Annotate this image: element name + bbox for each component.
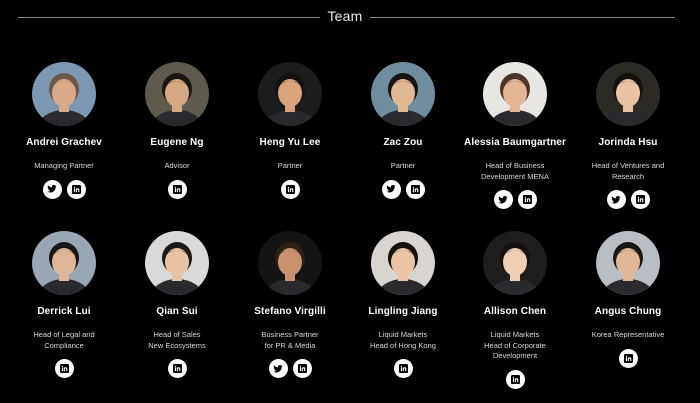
twitter-link-button[interactable]	[606, 190, 626, 209]
team-member-card: Qian Sui Head of Sales New Ecosystems	[121, 231, 233, 378]
member-role: Business Partner for PR & Media	[261, 330, 319, 350]
linkedin-icon	[172, 184, 182, 194]
avatar	[258, 231, 322, 295]
linkedin-link-button[interactable]	[292, 359, 312, 378]
member-role: Partner	[277, 161, 303, 170]
team-member-card: Heng Yu Lee Partner	[234, 62, 346, 199]
team-member-card: Lingling Jiang Liquid Markets Head of Hon…	[347, 231, 459, 378]
team-member-card: Derrick Lui Head of Legal and Compliance	[8, 231, 120, 378]
team-member-card: Alessia Baumgartner Head of Business Deve…	[459, 62, 571, 209]
social-links	[234, 179, 346, 199]
linkedin-link-button[interactable]	[66, 179, 86, 199]
member-name: Derrick Lui	[37, 306, 91, 317]
social-links	[572, 348, 684, 368]
linkedin-link-button[interactable]	[517, 190, 537, 209]
twitter-link-button[interactable]	[42, 179, 62, 199]
avatar	[32, 231, 96, 295]
member-name: Eugene Ng	[150, 137, 204, 148]
member-name: Zac Zou	[383, 137, 423, 148]
twitter-icon	[386, 184, 396, 194]
team-member-card: Allison Chen Liquid Markets Head of Corpo…	[459, 231, 571, 389]
member-name: Jorinda Hsu	[598, 137, 658, 148]
member-role: Head of Sales New Ecosystems	[148, 330, 206, 350]
member-role: Head of Ventures and Research	[591, 161, 665, 181]
avatar	[32, 62, 96, 126]
team-member-card: Stefano Virgilli Business Partner for PR …	[234, 231, 346, 378]
linkedin-link-button[interactable]	[505, 369, 525, 389]
member-role: Head of Legal and Compliance	[33, 330, 95, 350]
linkedin-link-button[interactable]	[280, 179, 300, 199]
linkedin-link-button[interactable]	[630, 190, 650, 209]
avatar	[596, 62, 660, 126]
avatar	[145, 231, 209, 295]
twitter-icon	[611, 195, 621, 205]
twitter-link-button[interactable]	[268, 359, 288, 378]
twitter-icon	[273, 364, 283, 374]
team-member-card: Jorinda Hsu Head of Ventures and Research	[572, 62, 684, 209]
avatar	[371, 231, 435, 295]
team-member-card: Eugene Ng Advisor	[121, 62, 233, 199]
avatar	[483, 62, 547, 126]
twitter-link-button[interactable]	[381, 179, 401, 199]
member-name: Andrei Grachev	[26, 137, 102, 148]
avatar	[371, 62, 435, 126]
member-role: Liquid Markets Head of Hong Kong	[370, 330, 436, 350]
linkedin-link-button[interactable]	[167, 179, 187, 199]
linkedin-icon	[510, 374, 520, 384]
team-member-card: Angus Chung Korea Representative	[572, 231, 684, 368]
member-name: Heng Yu Lee	[259, 137, 321, 148]
avatar	[145, 62, 209, 126]
member-role: Managing Partner	[34, 161, 94, 170]
linkedin-icon	[172, 364, 182, 373]
member-name: Qian Sui	[156, 306, 198, 317]
social-links	[121, 359, 233, 378]
linkedin-link-button[interactable]	[54, 359, 74, 378]
social-links	[121, 179, 233, 199]
team-member-card: Andrei Grachev Managing Partner	[8, 62, 120, 199]
member-name: Lingling Jiang	[368, 306, 438, 317]
member-name: Allison Chen	[483, 306, 547, 317]
linkedin-icon	[410, 184, 420, 194]
social-links	[459, 190, 571, 209]
linkedin-icon	[635, 195, 645, 204]
linkedin-icon	[71, 184, 81, 194]
member-role: Korea Representative	[591, 330, 665, 339]
twitter-icon	[498, 195, 508, 205]
linkedin-icon	[285, 184, 295, 194]
linkedin-link-button[interactable]	[618, 348, 638, 368]
member-name: Alessia Baumgartner	[464, 137, 566, 148]
team-grid: Andrei Grachev Managing Partner Eugene Ng A…	[0, 0, 700, 403]
member-role: Partner	[390, 161, 416, 170]
social-links	[8, 359, 120, 378]
linkedin-icon	[623, 353, 633, 363]
social-links	[572, 190, 684, 209]
social-links	[347, 179, 459, 199]
linkedin-icon	[297, 364, 307, 373]
member-role: Advisor	[164, 161, 190, 170]
member-name: Stefano Virgilli	[254, 306, 326, 317]
social-links	[347, 359, 459, 378]
twitter-link-button[interactable]	[493, 190, 513, 209]
avatar	[258, 62, 322, 126]
linkedin-icon	[59, 364, 69, 373]
team-member-card: Zac Zou Partner	[347, 62, 459, 199]
member-role: Head of Business Development MENA	[481, 161, 549, 181]
social-links	[8, 179, 120, 199]
social-links	[459, 369, 571, 389]
linkedin-icon	[398, 364, 408, 373]
social-links	[234, 359, 346, 378]
linkedin-link-button[interactable]	[167, 359, 187, 378]
linkedin-icon	[522, 195, 532, 204]
linkedin-link-button[interactable]	[393, 359, 413, 378]
linkedin-link-button[interactable]	[405, 179, 425, 199]
avatar	[483, 231, 547, 295]
avatar	[596, 231, 660, 295]
member-role: Liquid Markets Head of Corporate Develop…	[484, 330, 546, 360]
member-name: Angus Chung	[594, 306, 662, 317]
twitter-icon	[47, 184, 57, 194]
